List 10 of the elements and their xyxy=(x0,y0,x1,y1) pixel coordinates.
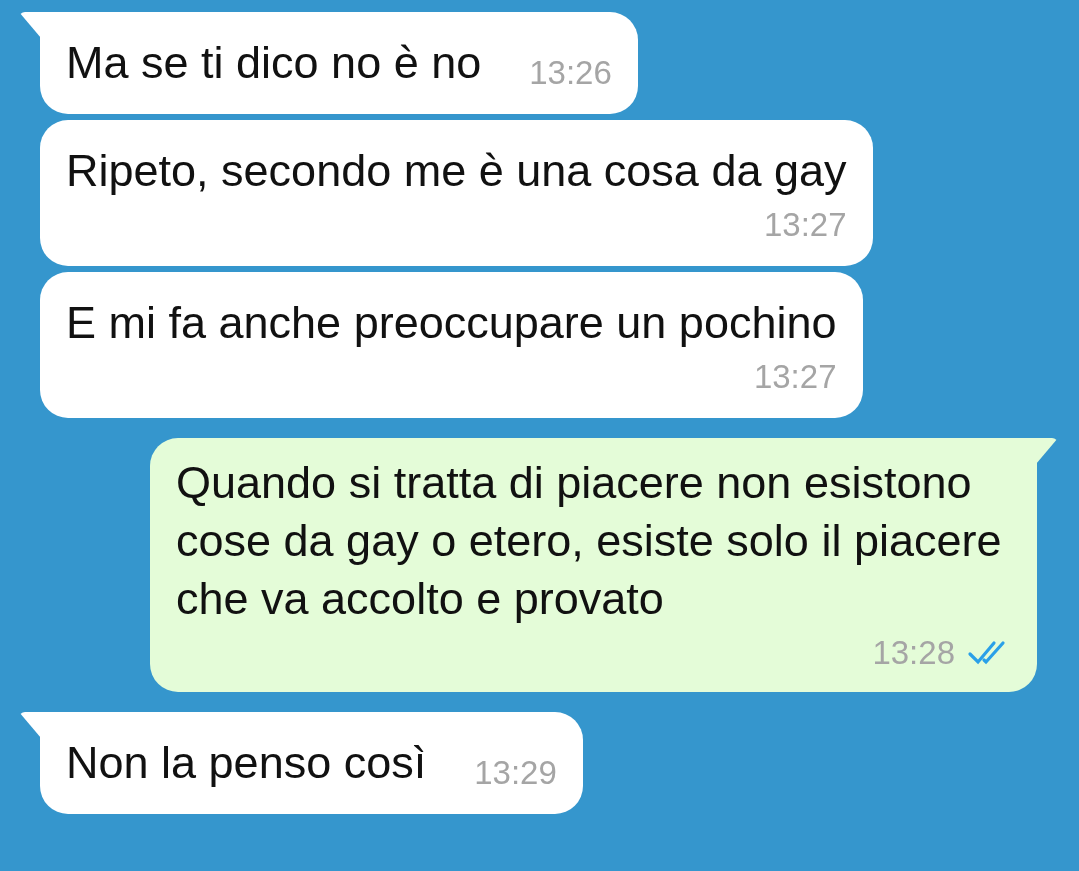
message-text: Ripeto, secondo me è una cosa da gay xyxy=(66,144,847,198)
message-time: 13:27 xyxy=(753,358,837,396)
message-text: Quando si tratta di piacere non esistono cose da gay o etero, esiste solo il piacere che va accolto e provato xyxy=(176,456,1003,626)
message-time: 13:29 xyxy=(474,754,557,792)
message-text: Ma se ti dico no è no xyxy=(66,36,482,90)
message-text: E mi fa anche preoccupare un pochino xyxy=(66,296,837,350)
message-time: 13:27 xyxy=(763,206,847,244)
message-time: 13:28 xyxy=(872,634,955,672)
message-text: Non la penso così xyxy=(66,736,427,790)
message-time: 13:26 xyxy=(529,54,612,92)
